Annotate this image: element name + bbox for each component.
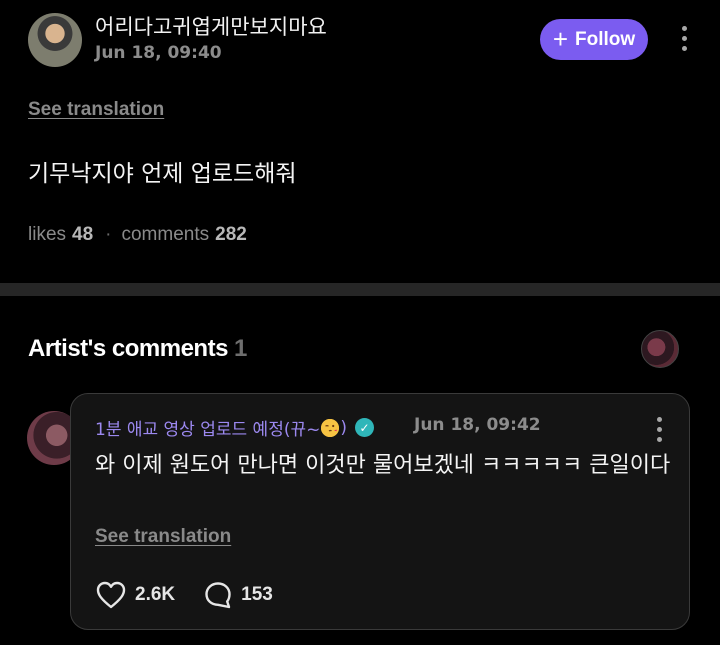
comment-timestamp: Jun 18, 09:42 xyxy=(414,415,541,435)
likes-label: likes xyxy=(28,224,67,245)
artist-avatar-small[interactable] xyxy=(641,330,679,368)
artist-comments-count: 1 xyxy=(233,335,247,362)
follow-button-label: Follow xyxy=(575,28,636,50)
plus-icon: + xyxy=(552,23,569,54)
verified-badge-icon: ✓ xyxy=(355,418,374,437)
comment-text: 와 이제 원도어 만나면 이것만 물어보겠네 ㅋㅋㅋㅋㅋ 큰일이다 xyxy=(95,453,671,478)
wink-kiss-emoji xyxy=(321,418,340,437)
section-divider xyxy=(0,283,720,296)
post-stats: likes 48 · comments 282 xyxy=(28,224,247,246)
likes-count: 48 xyxy=(72,224,94,245)
comments-count: 282 xyxy=(215,224,247,245)
comment-see-translation-link[interactable]: See translation xyxy=(95,526,231,548)
artist-comments-title: Artist's comments xyxy=(28,335,228,362)
like-count: 2.6K xyxy=(135,584,176,605)
comment-bubble-icon xyxy=(205,582,231,609)
post-author-name[interactable]: 어리다고귀엽게만보지마요 xyxy=(95,11,327,41)
comment-author-suffix: ) xyxy=(340,417,347,438)
reply-button[interactable]: 153 xyxy=(203,580,273,610)
stats-separator: · xyxy=(105,224,112,245)
comment-author-name[interactable]: 1분 애교 영상 업로드 예정(뀨~ ) ✓ xyxy=(95,415,374,440)
post-timestamp: Jun 18, 09:40 xyxy=(95,43,222,63)
comment-author-text: 1분 애교 영상 업로드 예정(뀨~ xyxy=(95,420,321,440)
post-author-avatar[interactable] xyxy=(28,13,82,67)
reply-count: 153 xyxy=(241,584,273,605)
comments-label: comments xyxy=(121,224,210,245)
like-button[interactable]: 2.6K xyxy=(95,580,175,610)
follow-button[interactable]: + Follow xyxy=(540,19,648,60)
more-vertical-icon[interactable] xyxy=(680,26,688,51)
post-see-translation-link[interactable]: See translation xyxy=(28,99,164,121)
comment-actions: 2.6K 153 xyxy=(95,580,273,610)
heart-icon xyxy=(96,581,126,609)
post-content: 기무낙지야 언제 업로드해줘 xyxy=(28,161,297,187)
comment-more-icon[interactable] xyxy=(655,417,663,442)
artist-comments-heading: Artist's comments 1 xyxy=(28,335,247,363)
